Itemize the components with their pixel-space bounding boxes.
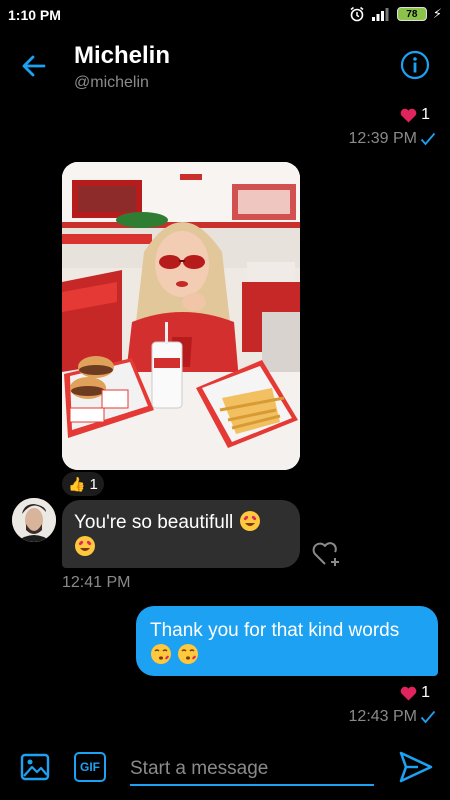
received-timestamp: 12:41 PM (62, 574, 131, 591)
gif-button[interactable]: GIF (74, 752, 106, 782)
heart-icon (400, 686, 417, 700)
heart-eyes-emoji-icon (75, 536, 95, 556)
battery-icon: 78 (396, 7, 427, 21)
sent-message-bubble[interactable]: Thank you for that kind words (136, 606, 438, 676)
signal-icon (371, 8, 389, 21)
reaction-count: 1 (421, 106, 430, 123)
status-icons: 78 ⚡ (349, 6, 442, 22)
timestamp-text: 12:43 PM (348, 708, 417, 725)
back-arrow-icon[interactable] (20, 52, 48, 80)
like-count: 1 (89, 475, 98, 493)
message-composer: GIF (0, 740, 450, 800)
battery-level: 78 (406, 8, 418, 20)
alarm-icon (350, 6, 364, 22)
image-icon[interactable] (20, 752, 50, 782)
message-timestamp: 12:39 PM (349, 130, 436, 148)
timestamp-text: 12:39 PM (348, 130, 417, 147)
send-icon[interactable] (398, 750, 434, 784)
kissing-heart-emoji-icon (151, 644, 171, 664)
restaurant-photo (62, 162, 300, 470)
contact-name[interactable]: Michelin (74, 42, 170, 70)
message-input[interactable] (130, 754, 374, 786)
received-message-text: You're so beautifull (74, 512, 234, 533)
heart-eyes-emoji-icon (239, 511, 260, 531)
message-reaction[interactable]: 1 (400, 106, 430, 124)
heart-icon (400, 108, 417, 122)
add-reaction-heart-icon[interactable] (312, 540, 342, 568)
sent-timestamp: 12:43 PM (349, 708, 436, 726)
photo-message[interactable] (62, 162, 300, 470)
like-reaction-chip[interactable]: 👍 1 (62, 472, 104, 496)
check-icon (420, 710, 436, 724)
avatar[interactable] (12, 498, 56, 542)
message-reaction[interactable]: 1 (400, 684, 430, 702)
status-time: 1:10 PM (8, 7, 61, 23)
contact-handle: @michelin (74, 74, 149, 91)
check-icon (420, 132, 436, 146)
avatar-image (12, 498, 56, 542)
conversation-header: Michelin @michelin (0, 30, 450, 100)
reaction-count: 1 (421, 684, 430, 701)
charging-icon: ⚡ (432, 6, 442, 21)
info-icon[interactable] (400, 50, 430, 80)
thumbs-up-icon: 👍 (68, 475, 86, 492)
received-message-bubble[interactable]: You're so beautifull (62, 500, 300, 568)
status-bar: 1:10 PM 78 ⚡ (0, 0, 450, 30)
sent-message-text: Thank you for that kind words (150, 620, 400, 641)
kissing-heart-emoji-icon (178, 644, 199, 664)
